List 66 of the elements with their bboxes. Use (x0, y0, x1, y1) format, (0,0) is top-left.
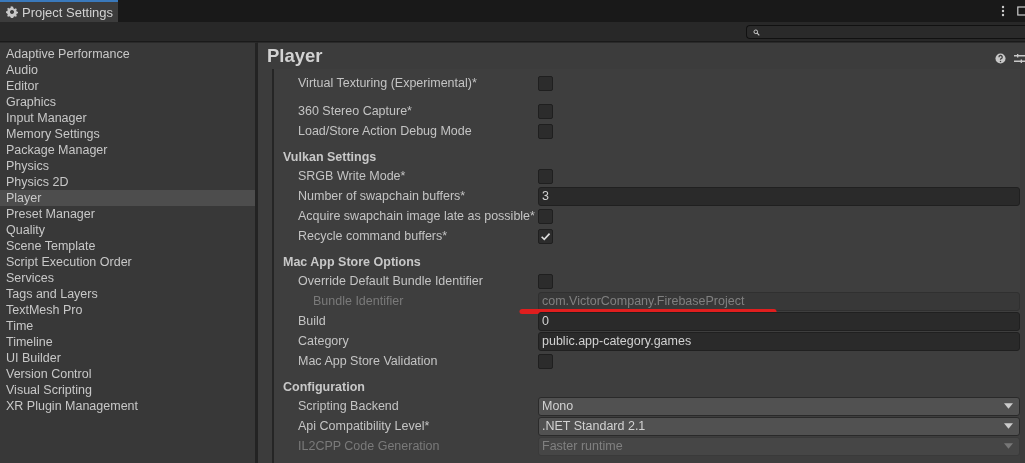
sidebar-item[interactable]: Scene Template (0, 238, 255, 254)
sidebar-item[interactable]: Physics 2D (0, 174, 255, 190)
field-label: Number of swapchain buffers* (297, 189, 467, 203)
sidebar-item[interactable]: Visual Scripting (0, 382, 255, 398)
window-tab[interactable]: Project Settings (0, 0, 118, 22)
text-field[interactable]: 0 (538, 311, 1020, 331)
search-field[interactable] (746, 25, 1025, 39)
text-field[interactable]: 3 (538, 186, 1020, 206)
field-label: IL2CPP Code Generation (297, 439, 441, 453)
section-header: Vulkan Settings (282, 149, 378, 166)
sidebar-item[interactable]: Package Manager (0, 142, 255, 158)
sidebar-item[interactable]: Tags and Layers (0, 286, 255, 302)
sidebar-item[interactable]: Version Control (0, 366, 255, 382)
sidebar-item[interactable]: Time (0, 318, 255, 334)
checkbox[interactable] (538, 353, 553, 369)
section-header: Mac App Store Options (282, 254, 422, 271)
sidebar-item[interactable]: Editor (0, 78, 255, 94)
sidebar-item[interactable]: Physics (0, 158, 255, 174)
sidebar-item[interactable]: UI Builder (0, 350, 255, 366)
dropdown[interactable]: Mono (538, 396, 1020, 416)
field-label: Recycle command buffers* (297, 229, 449, 243)
sidebar-item[interactable]: Script Execution Order (0, 254, 255, 270)
sidebar-item[interactable]: TextMesh Pro (0, 302, 255, 318)
field-label: Api Compatibility Level* (297, 419, 431, 433)
checkbox[interactable] (538, 228, 553, 244)
checkbox[interactable] (538, 123, 553, 139)
sidebar-item[interactable]: Graphics (0, 94, 255, 110)
sidebar-item[interactable]: Preset Manager (0, 206, 255, 222)
sidebar-item[interactable]: Memory Settings (0, 126, 255, 142)
sidebar-item[interactable]: Player (0, 190, 255, 206)
sidebar-item[interactable]: Input Manager (0, 110, 255, 126)
field-label: Scripting Backend (297, 399, 400, 413)
text-field[interactable]: public.app-category.games (538, 331, 1020, 351)
sidebar-item[interactable]: Audio (0, 62, 255, 78)
sliders-icon[interactable] (1014, 52, 1025, 64)
sidebar-item[interactable]: Timeline (0, 334, 255, 350)
field-label: Acquire swapchain image late as possible* (297, 209, 536, 223)
field-label: SRGB Write Mode* (297, 169, 407, 183)
caret-icon (1004, 403, 1013, 409)
help-icon[interactable] (995, 52, 1006, 64)
checkbox[interactable] (538, 273, 553, 289)
search-icon (753, 28, 760, 36)
field-label: Virtual Texturing (Experimental)* (297, 76, 478, 90)
sidebar-item[interactable]: Quality (0, 222, 255, 238)
sidebar-item[interactable]: XR Plugin Management (0, 398, 255, 414)
field-label: Load/Store Action Debug Mode (297, 124, 473, 138)
checkbox[interactable] (538, 103, 553, 119)
settings-icon (6, 6, 18, 18)
checkbox[interactable] (538, 168, 553, 184)
more-icon[interactable] (1001, 5, 1005, 17)
field-label: 360 Stereo Capture* (297, 104, 413, 118)
field-label: Category (297, 334, 350, 348)
field-label: Override Default Bundle Identifier (297, 274, 484, 288)
checkbox[interactable] (538, 75, 553, 91)
sidebar-item[interactable]: Adaptive Performance (0, 46, 255, 62)
dropdown[interactable]: .NET Standard 2.1 (538, 416, 1020, 436)
caret-icon (1004, 443, 1013, 449)
caret-icon (1004, 423, 1013, 429)
field-label: Bundle Identifier (312, 294, 405, 308)
maximize-icon[interactable] (1017, 5, 1025, 17)
page-title: Player (267, 45, 324, 67)
field-label: Mac App Store Validation (297, 354, 439, 368)
section-header: Configuration (282, 379, 366, 396)
sidebar-item[interactable]: Services (0, 270, 255, 286)
checkbox[interactable] (538, 208, 553, 224)
field-label: Build (297, 314, 327, 328)
